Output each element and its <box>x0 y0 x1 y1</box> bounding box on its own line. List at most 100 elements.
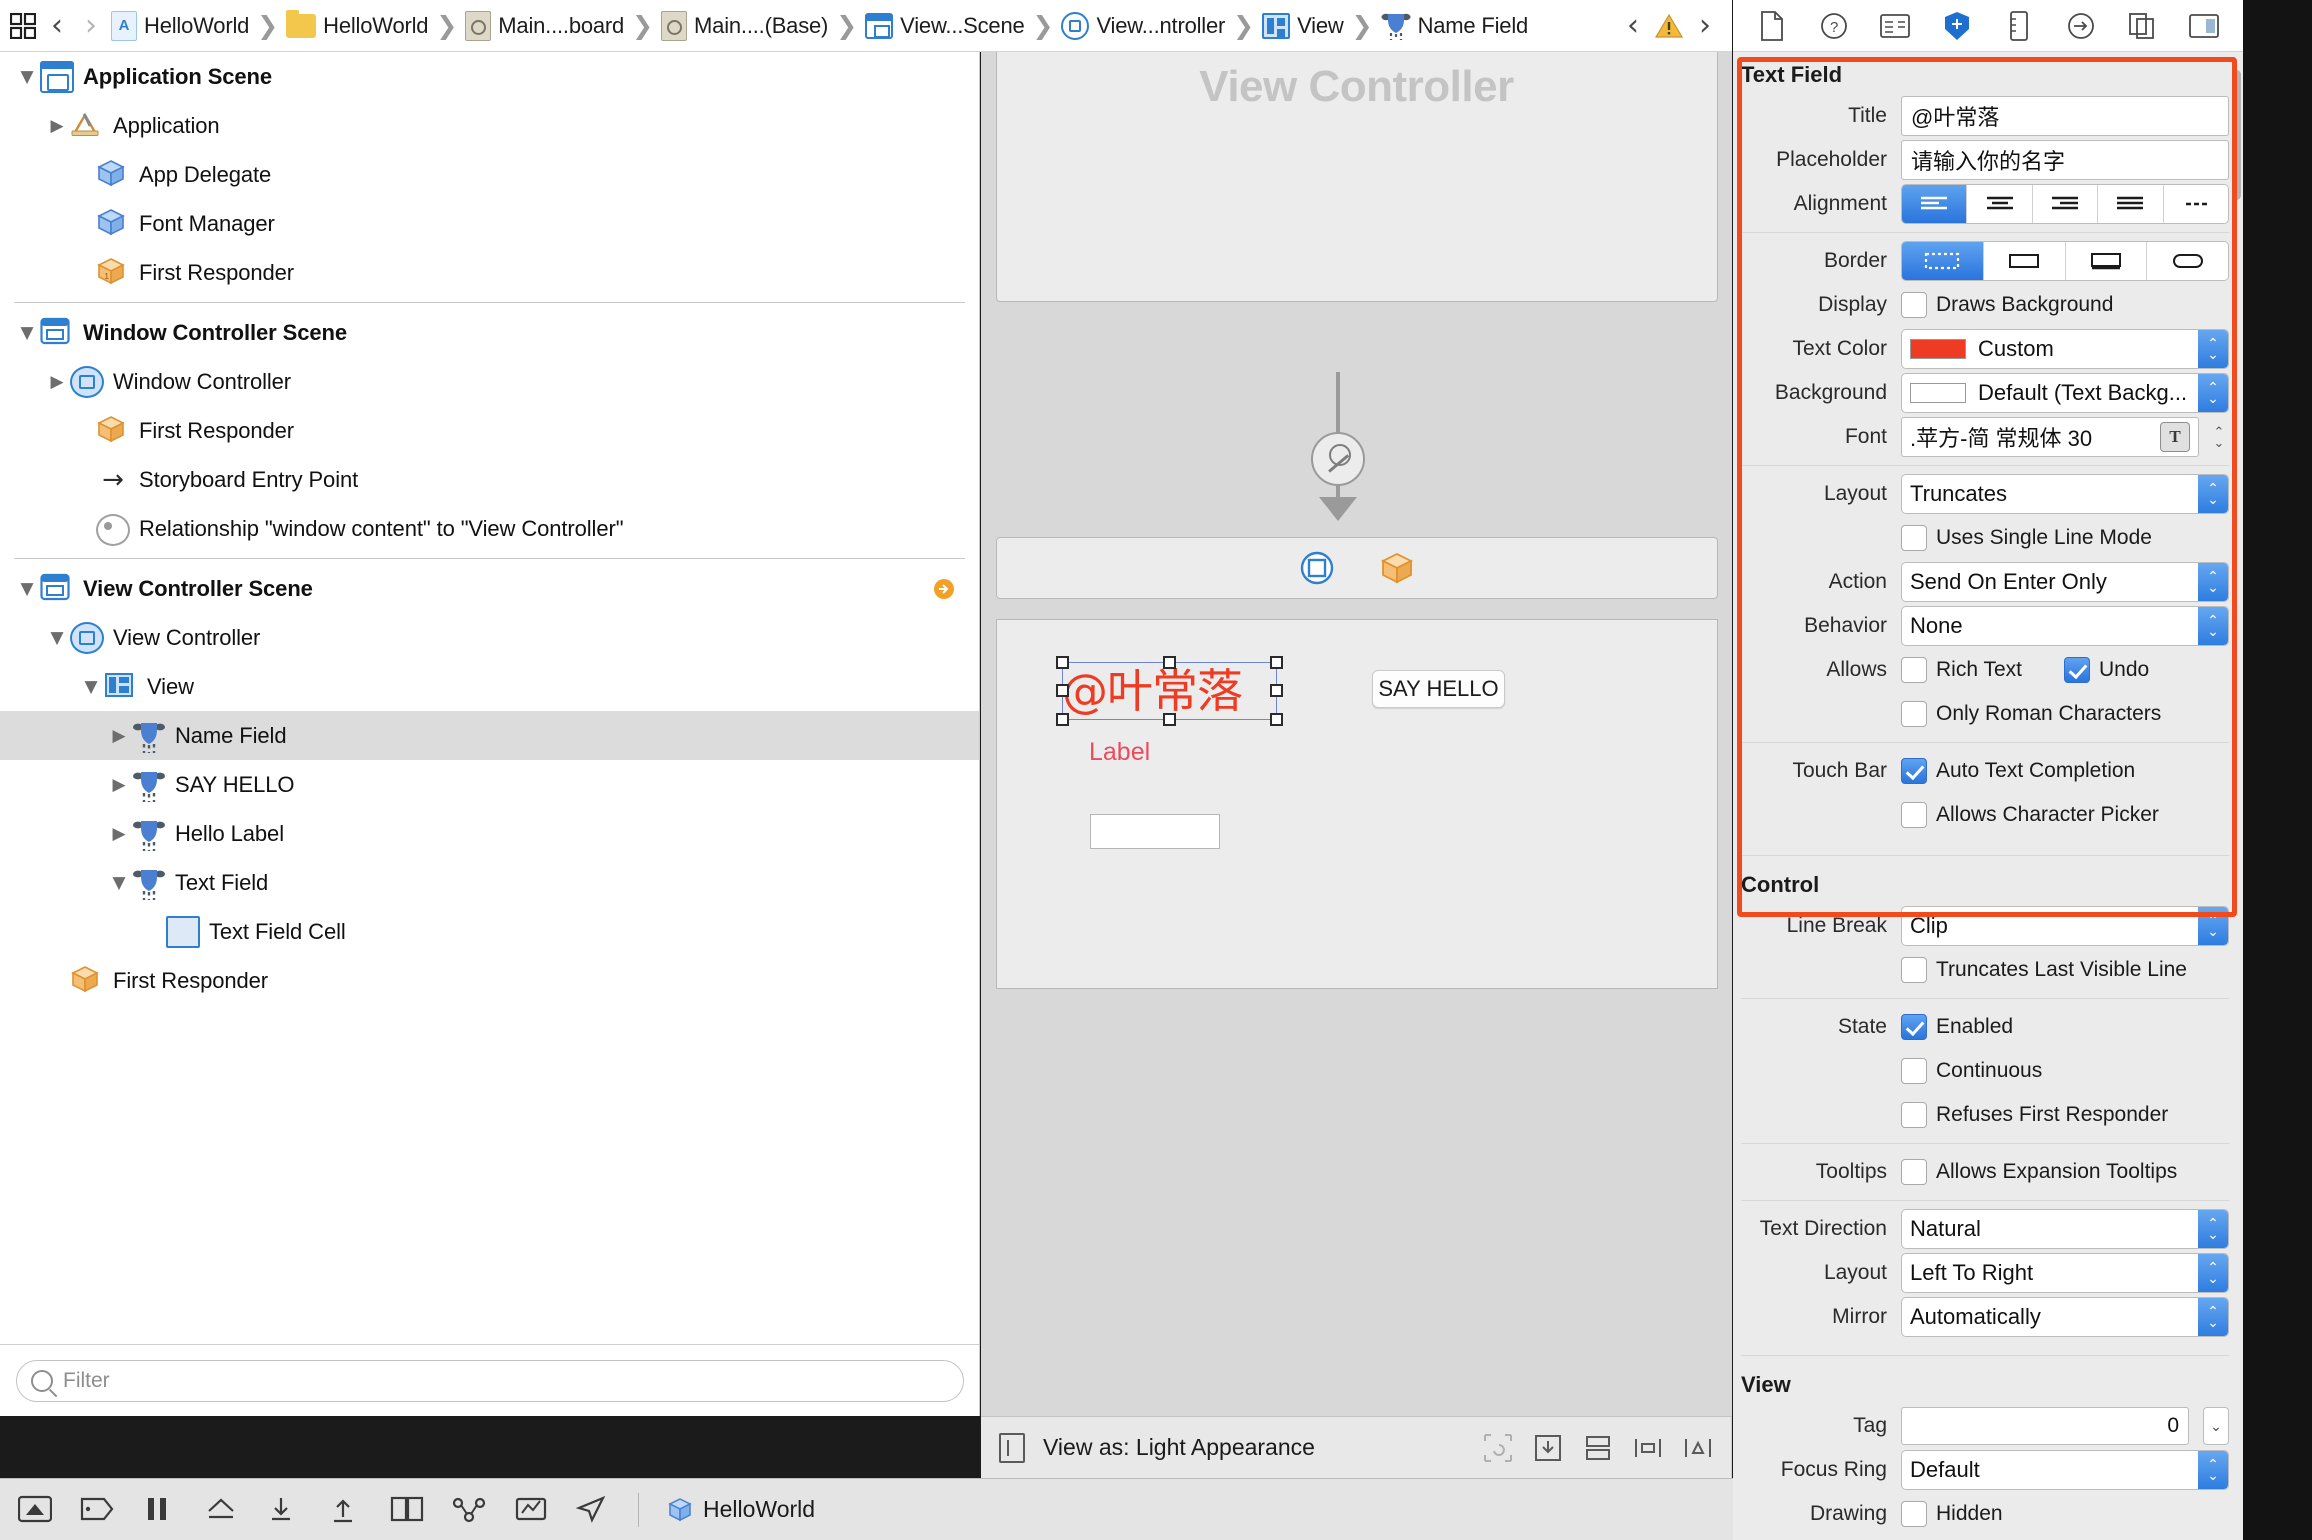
border-none-icon[interactable] <box>1902 242 1984 280</box>
alignment-segmented-control[interactable] <box>1901 184 2229 224</box>
warning-triangle-icon[interactable] <box>1654 11 1684 41</box>
breadcrumb-item-name-field[interactable]: Name Field <box>1378 6 1531 46</box>
align-icon[interactable] <box>1583 1433 1613 1463</box>
chevron-updown-icon[interactable]: ⌃ ⌄ <box>2198 607 2228 645</box>
disclosure-triangle-right-icon[interactable]: ▶ <box>106 772 132 798</box>
frame-icon[interactable] <box>390 1495 424 1525</box>
bindings-inspector-icon[interactable] <box>2122 8 2162 44</box>
pin-icon[interactable] <box>1633 1433 1663 1463</box>
connections-inspector-icon[interactable] <box>2061 8 2101 44</box>
breadcrumb-item-view[interactable]: View <box>1259 6 1347 46</box>
outline-row-first-responder[interactable]: ▶ First Responder <box>0 406 979 455</box>
say-hello-button[interactable]: SAY HELLO <box>1372 670 1505 708</box>
title-input[interactable]: @叶常落 <box>1901 96 2229 136</box>
border-bezel-icon[interactable] <box>2065 242 2148 280</box>
auto-text-completion-checkbox-group[interactable]: Auto Text Completion <box>1901 758 2135 784</box>
enabled-checkbox-group[interactable]: Enabled <box>1901 1014 2013 1040</box>
border-rounded-icon[interactable] <box>2147 242 2228 280</box>
chevron-updown-icon[interactable]: ⌃ ⌄ <box>2198 1254 2228 1292</box>
outline-row-window-controller[interactable]: ▶ Window Controller <box>0 357 979 406</box>
align-justify-icon[interactable] <box>2098 185 2164 223</box>
background-color-popup[interactable]: Default (Text Backg... ⌃ ⌄ <box>1901 373 2229 413</box>
device-panel-icon[interactable] <box>999 1432 1025 1463</box>
text-field-preview[interactable] <box>1090 814 1220 849</box>
continuous-checkbox-group[interactable]: Continuous <box>1901 1058 2042 1084</box>
outline-row-view[interactable]: ▼ View <box>0 662 979 711</box>
home-icon[interactable] <box>204 1495 238 1525</box>
outline-row-application-scene[interactable]: ▼ Application Scene <box>0 52 979 101</box>
action-popup[interactable]: Send On Enter Only ⌃ ⌄ <box>1901 562 2229 602</box>
border-segmented-control[interactable] <box>1901 241 2229 281</box>
outline-row-name-field[interactable]: ▶ Name Field <box>0 711 979 760</box>
layout-popup[interactable]: Truncates ⌃ ⌄ <box>1901 474 2229 514</box>
continuous-checkbox[interactable] <box>1901 1058 1927 1084</box>
allows-expansion-tooltips-checkbox[interactable] <box>1901 1159 1927 1185</box>
outline-row-storyboard-entry-point[interactable]: ▶ → Storyboard Entry Point <box>0 455 979 504</box>
view-as-label[interactable]: View as: Light Appearance <box>1043 1434 1315 1461</box>
relationship-segue-icon[interactable] <box>1311 432 1365 486</box>
border-line-icon[interactable] <box>1983 242 2066 280</box>
uses-single-line-mode-checkbox-group[interactable]: Uses Single Line Mode <box>1901 525 2152 551</box>
breadcrumb-item-folder[interactable]: HelloWorld <box>283 6 431 46</box>
outline-row-application[interactable]: ▶ Application <box>0 101 979 150</box>
disclosure-triangle-down-icon[interactable]: ▼ <box>106 870 132 896</box>
draws-background-checkbox-group[interactable]: Draws Background <box>1901 292 2113 318</box>
disclosure-triangle-right-icon[interactable]: ▶ <box>106 723 132 749</box>
interface-builder-canvas[interactable]: View Controller @叶常落 Label SAY HELLO <box>981 52 1732 1416</box>
chevron-updown-icon[interactable]: ⌃ ⌄ <box>2198 1451 2228 1489</box>
outline-row-first-responder[interactable]: ▶ 1 First Responder <box>0 248 979 297</box>
chevron-left-icon[interactable]: ‹ <box>1616 9 1650 43</box>
debug-scope-project[interactable]: HelloWorld <box>667 1496 815 1523</box>
truncates-last-visible-line-checkbox[interactable] <box>1901 957 1927 983</box>
behavior-popup[interactable]: None ⌃ ⌄ <box>1901 606 2229 646</box>
rich-text-checkbox-group[interactable]: Rich Text <box>1901 657 2022 683</box>
uses-single-line-mode-checkbox[interactable] <box>1901 525 1927 551</box>
breadcrumb-item-storyboard[interactable]: Main....board <box>462 6 627 46</box>
memory-graph-icon[interactable] <box>514 1495 548 1525</box>
outline-row-app-delegate[interactable]: ▶ App Delegate <box>0 150 979 199</box>
first-responder-icon[interactable] <box>1380 552 1414 584</box>
search-input[interactable]: Filter <box>16 1359 964 1402</box>
location-icon[interactable] <box>576 1495 610 1525</box>
outline-row-text-field[interactable]: ▼ Text Field <box>0 858 979 907</box>
disclosure-triangle-down-icon[interactable]: ▼ <box>14 576 40 602</box>
allows-character-picker-checkbox[interactable] <box>1901 802 1927 828</box>
outline-row-view-controller-scene[interactable]: ▼ View Controller Scene <box>0 564 979 613</box>
document-outline-panel[interactable]: ▼ Application Scene ▶ Application ▶ <box>0 52 980 1416</box>
refuses-first-responder-checkbox[interactable] <box>1901 1102 1927 1128</box>
breadcrumb-item-scene[interactable]: View...Scene <box>862 6 1027 46</box>
outline-row-text-field-cell[interactable]: Text Field Cell <box>0 907 979 956</box>
disclosure-triangle-down-icon[interactable]: ▼ <box>14 64 40 90</box>
chevron-updown-icon[interactable]: ⌃ ⌄ <box>2198 475 2228 513</box>
handle-top-left[interactable] <box>1056 656 1069 669</box>
view-controller-icon[interactable] <box>1300 551 1334 585</box>
font-field[interactable]: .苹方-简 常规体 30 T <box>1901 417 2199 457</box>
chevron-right-icon[interactable]: › <box>74 9 108 43</box>
handle-top-right[interactable] <box>1270 656 1283 669</box>
align-center-icon[interactable] <box>1967 185 2033 223</box>
rich-text-checkbox[interactable] <box>1901 657 1927 683</box>
outline-row-relationship[interactable]: ▶ Relationship "window content" to "View… <box>0 504 979 553</box>
disclosure-triangle-right-icon[interactable]: ▶ <box>44 113 70 139</box>
focus-ring-popup[interactable]: Default ⌃ ⌄ <box>1901 1450 2229 1490</box>
disclosure-triangle-right-icon[interactable]: ▶ <box>44 369 70 395</box>
outline-row-hello-label[interactable]: ▶ Hello Label <box>0 809 979 858</box>
auto-text-completion-checkbox[interactable] <box>1901 758 1927 784</box>
outline-row-window-controller-scene[interactable]: ▼ Window Controller Scene <box>0 308 979 357</box>
handle-middle-right[interactable] <box>1270 684 1283 697</box>
align-right-icon[interactable] <box>2032 185 2099 223</box>
chevron-updown-icon[interactable]: ⌃ ⌄ <box>2198 1210 2228 1248</box>
scene-badge-icon[interactable] <box>933 578 955 600</box>
undo-checkbox[interactable] <box>2063 657 2090 683</box>
view-controller-view[interactable]: @叶常落 Label SAY HELLO <box>996 619 1718 989</box>
draws-background-checkbox[interactable] <box>1901 292 1927 318</box>
placeholder-input[interactable]: 请输入你的名字 <box>1901 140 2229 180</box>
outline-row-first-responder[interactable]: ▶ First Responder <box>0 956 979 1005</box>
breadcrumb-item-storyboard-base[interactable]: Main....(Base) <box>658 6 831 46</box>
disclosure-triangle-down-icon[interactable]: ▼ <box>44 625 70 651</box>
attributes-inspector-panel[interactable]: ? Text Field Title @叶常落 Placeholder 请输入你… <box>1733 0 2243 1540</box>
font-panel-icon[interactable]: T <box>2160 422 2190 452</box>
breadcrumb-item-project[interactable]: HelloWorld <box>108 6 252 46</box>
view-controller-dock[interactable] <box>996 537 1718 599</box>
handle-bottom-center[interactable] <box>1163 713 1176 726</box>
